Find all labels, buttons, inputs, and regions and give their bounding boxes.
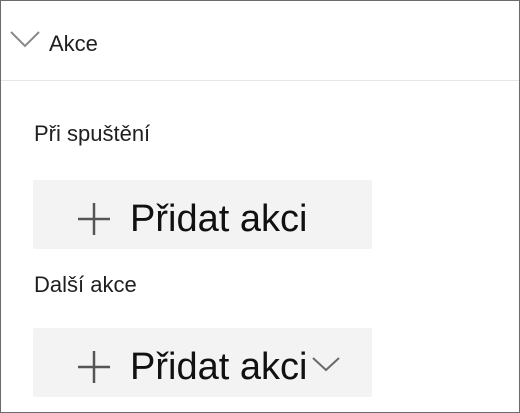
plus-icon [78, 351, 110, 383]
add-action-more-button[interactable]: Přidat akci [33, 328, 372, 397]
section-title: Akce [49, 31, 98, 56]
chevron-down-icon [10, 31, 40, 48]
plus-icon [78, 203, 110, 235]
on-start-label: Při spuštění [34, 121, 151, 146]
actions-panel: Akce Při spuštění Přidat akci Další akce… [0, 0, 520, 413]
more-actions-label: Další akce [34, 272, 137, 297]
add-action-label: Přidat akci [130, 198, 308, 240]
add-action-on-start-button[interactable]: Přidat akci [33, 180, 372, 249]
add-action-label: Přidat akci [130, 346, 308, 388]
chevron-down-icon [312, 357, 340, 372]
actions-section-header[interactable]: Akce [1, 1, 519, 81]
